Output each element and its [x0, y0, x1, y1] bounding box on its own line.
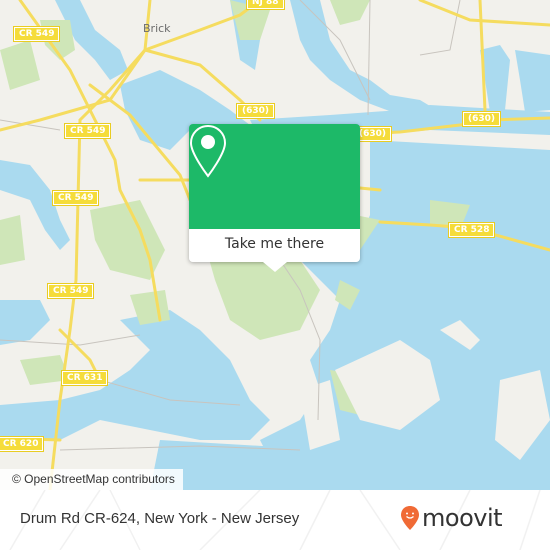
map-attribution[interactable]: © OpenStreetMap contributors	[0, 469, 183, 490]
location-popup: Take me there	[189, 124, 360, 272]
road-label-630: (630)	[235, 103, 276, 119]
road-label-cr549: CR 549	[51, 190, 100, 206]
moovit-pin-icon	[401, 506, 419, 530]
road-label-nj88: NJ 88	[246, 0, 285, 10]
road-label-cr620: CR 620	[0, 436, 45, 452]
road-label-cr549: CR 549	[63, 123, 112, 139]
location-title: Drum Rd CR-624, New York - New Jersey	[20, 510, 300, 527]
road-label-cr528: CR 528	[447, 222, 496, 238]
moovit-logo[interactable]: moovit	[400, 504, 503, 532]
footer: Drum Rd CR-624, New York - New Jersey mo…	[0, 490, 550, 550]
popup-tail	[263, 262, 287, 272]
popup-header	[189, 124, 360, 229]
road-label-630: (630)	[461, 111, 502, 127]
moovit-wordmark: moovit	[422, 504, 503, 532]
take-me-there-button[interactable]: Take me there	[189, 229, 360, 262]
map[interactable]: Brick CR 549 CR 549 CR 549 CR 549 CR 549…	[0, 0, 550, 490]
road-label-cr549: CR 549	[12, 26, 61, 42]
road-label-cr549: CR 549	[46, 283, 95, 299]
road-label-cr631: CR 631	[60, 370, 109, 386]
map-pin-icon	[189, 124, 227, 178]
place-label-brick: Brick	[143, 22, 171, 35]
